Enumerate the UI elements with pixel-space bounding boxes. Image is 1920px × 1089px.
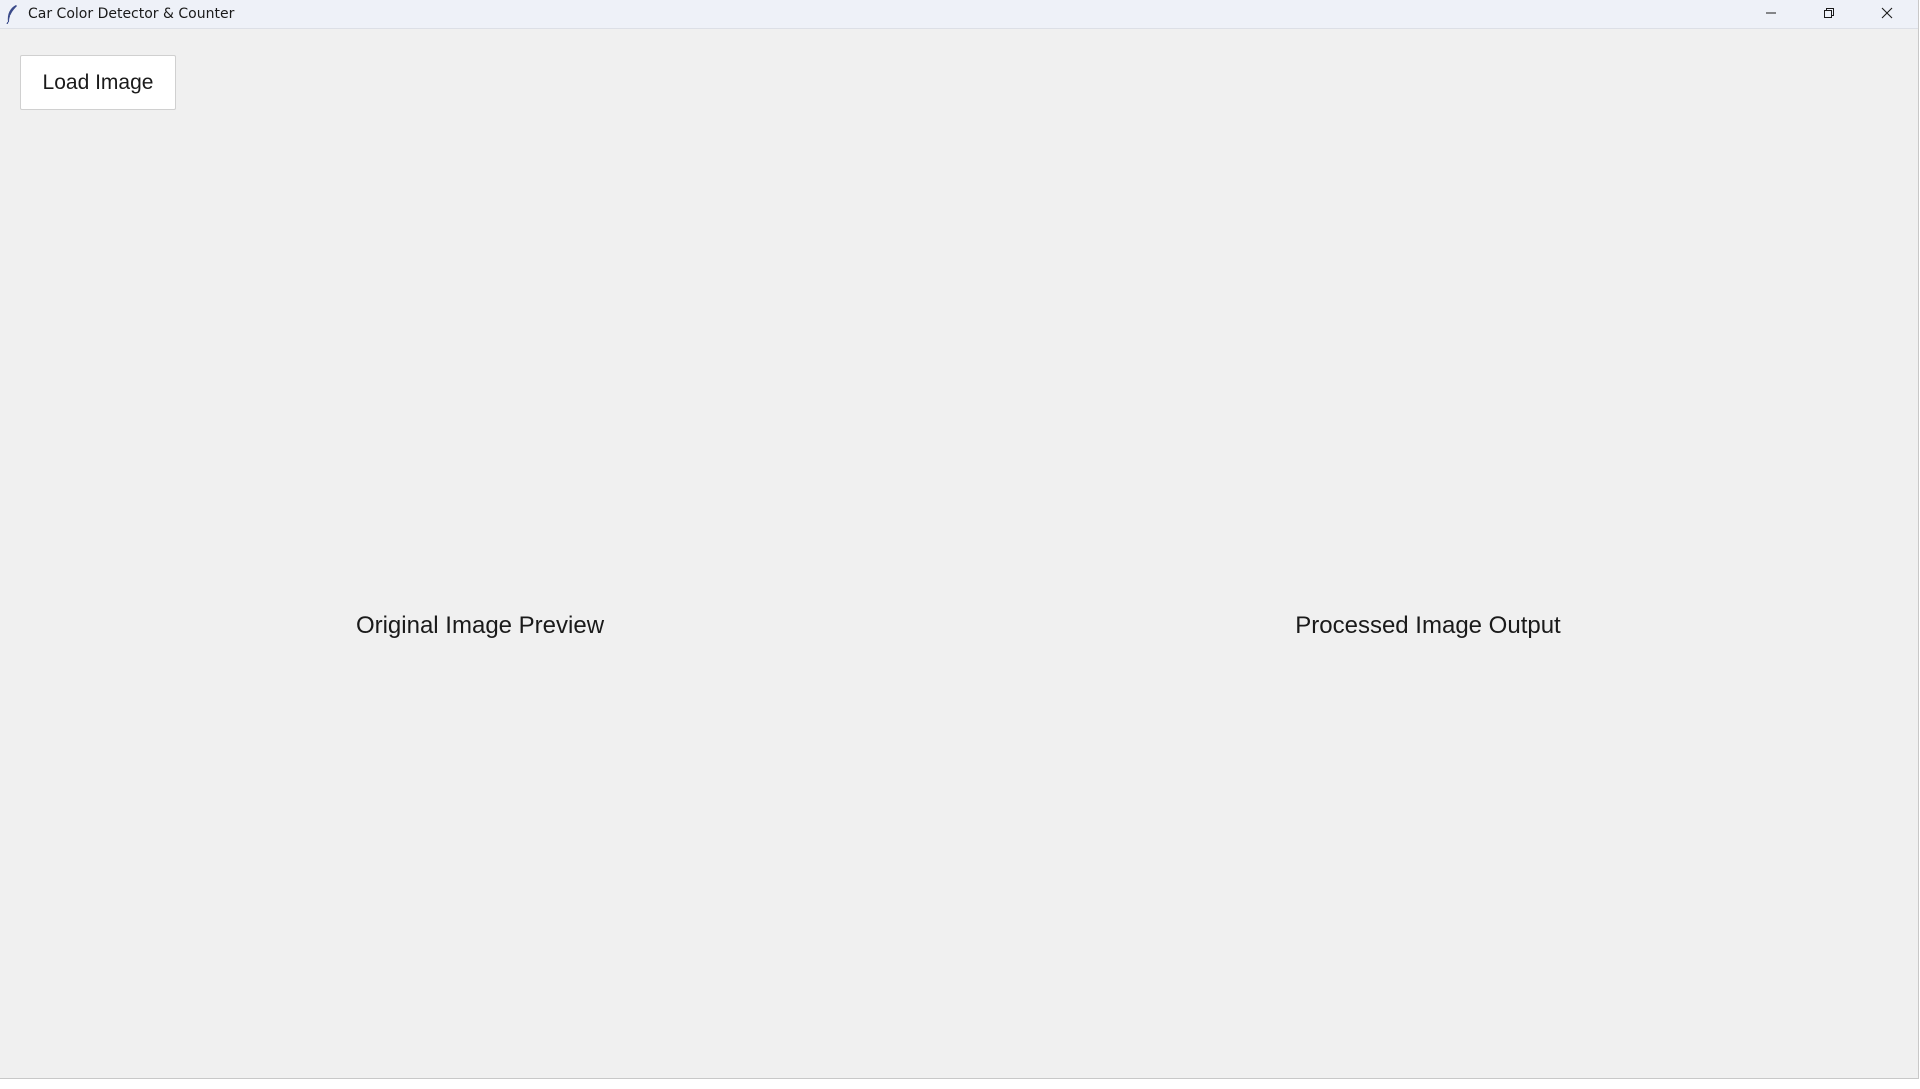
feather-icon — [4, 4, 20, 25]
title-bar[interactable]: Car Color Detector & Counter — [0, 0, 1918, 29]
original-image-label: Original Image Preview — [355, 611, 605, 639]
minimize-icon — [1765, 6, 1777, 24]
restore-button[interactable] — [1800, 0, 1858, 29]
minimize-button[interactable] — [1742, 0, 1800, 29]
close-icon — [1881, 6, 1893, 24]
app-window: Car Color Detector & Counter Load Image … — [0, 0, 1919, 1079]
window-title: Car Color Detector & Counter — [28, 6, 235, 22]
original-image-panel: Original Image Preview — [0, 129, 960, 1089]
restore-icon — [1823, 6, 1835, 24]
processed-image-panel: Processed Image Output — [960, 129, 1896, 1089]
main-content: Load Image Original Image Preview Proces… — [0, 29, 1918, 1079]
close-button[interactable] — [1858, 0, 1916, 29]
load-image-button[interactable]: Load Image — [20, 55, 176, 110]
processed-image-label: Processed Image Output — [1295, 611, 1561, 639]
